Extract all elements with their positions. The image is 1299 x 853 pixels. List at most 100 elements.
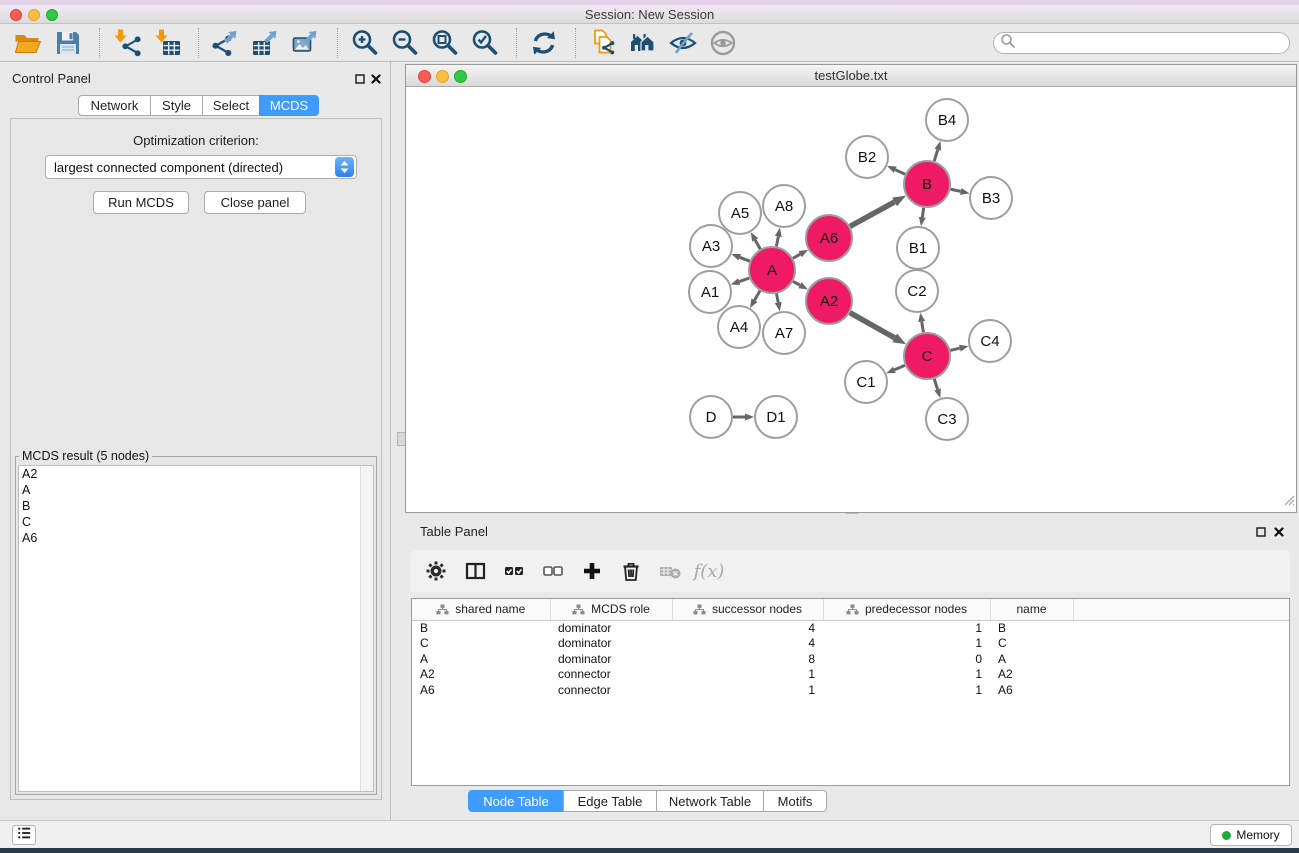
edge-C-C3[interactable]	[934, 379, 937, 390]
column-header-MCDS-role[interactable]: MCDS role	[550, 599, 672, 620]
table-cell[interactable]: A6	[990, 682, 1073, 698]
close-panel-icon[interactable]	[370, 73, 382, 85]
table-cell[interactable]: 0	[823, 651, 990, 667]
edge-A-A3[interactable]	[740, 257, 750, 261]
network-canvas[interactable]: AA1A2A3A4A5A6A7A8BB1B2B3B4CC1C2C3C4DD1	[406, 87, 1296, 512]
zoom-out-icon[interactable]	[387, 26, 423, 60]
table-cell[interactable]: 8	[672, 651, 823, 667]
graph-node-A3[interactable]: A3	[690, 225, 732, 267]
edge-A-A6[interactable]	[793, 254, 800, 258]
tab-network[interactable]: Network	[78, 95, 151, 116]
float-panel-icon[interactable]	[354, 73, 366, 85]
graph-node-D1[interactable]: D1	[755, 396, 797, 438]
table-cell[interactable]: dominator	[550, 651, 672, 667]
resize-grip-icon[interactable]	[1283, 493, 1295, 511]
close-table-panel-icon[interactable]	[1273, 526, 1285, 538]
delete-column-icon[interactable]	[616, 557, 646, 585]
table-cell[interactable]: 1	[823, 636, 990, 652]
graph-node-B3[interactable]: B3	[970, 177, 1012, 219]
task-history-button[interactable]	[12, 825, 36, 845]
graph-node-B[interactable]: B	[904, 161, 950, 207]
table-row[interactable]: A6connector11A6	[412, 682, 1289, 698]
table-cell[interactable]: A6	[412, 682, 550, 698]
graph-node-D[interactable]: D	[690, 396, 732, 438]
table-cell[interactable]: 1	[672, 682, 823, 698]
graph-node-A6[interactable]: A6	[806, 215, 852, 261]
table-cell[interactable]: C	[412, 636, 550, 652]
save-icon[interactable]	[50, 26, 86, 60]
graph-node-A8[interactable]: A8	[763, 185, 805, 227]
edge-A-A4[interactable]	[755, 291, 761, 300]
graph-node-A[interactable]: A	[749, 247, 795, 293]
table-cell[interactable]: B	[990, 620, 1073, 636]
column-browser-icon[interactable]	[460, 557, 490, 585]
hide-selected-icon[interactable]	[665, 26, 701, 60]
table-row[interactable]: Adominator80A	[412, 651, 1289, 667]
table-cell[interactable]: A	[412, 651, 550, 667]
export-table-icon[interactable]	[248, 26, 284, 60]
close-panel-button[interactable]: Close panel	[204, 191, 306, 214]
search-box[interactable]	[993, 32, 1290, 54]
table-row[interactable]: Cdominator41C	[412, 636, 1289, 652]
table-cell[interactable]: 1	[823, 682, 990, 698]
edge-C-C4[interactable]	[950, 348, 960, 350]
edge-C-C2[interactable]	[922, 322, 924, 333]
tab-node-table[interactable]: Node Table	[468, 790, 564, 812]
float-table-panel-icon[interactable]	[1255, 526, 1267, 538]
edge-A-A5[interactable]	[755, 240, 760, 249]
edge-B-B1[interactable]	[922, 208, 923, 218]
edge-B-B2[interactable]	[895, 170, 905, 175]
table-cell[interactable]: A	[990, 651, 1073, 667]
zoom-selected-icon[interactable]	[467, 26, 503, 60]
open-folder-icon[interactable]	[10, 26, 46, 60]
mcds-result-item[interactable]: B	[19, 498, 373, 514]
new-network-from-selection-icon[interactable]	[625, 26, 661, 60]
tab-style[interactable]: Style	[150, 95, 203, 116]
table-cell[interactable]: connector	[550, 667, 672, 683]
zoom-fit-icon[interactable]	[427, 26, 463, 60]
graph-node-B2[interactable]: B2	[846, 136, 888, 178]
gear-icon[interactable]	[421, 557, 451, 585]
show-hidden-icon[interactable]	[705, 26, 741, 60]
import-table-icon[interactable]	[149, 26, 185, 60]
search-input[interactable]	[1016, 34, 1289, 52]
edge-B-B4[interactable]	[934, 150, 938, 162]
tab-motifs[interactable]: Motifs	[763, 790, 827, 812]
graph-node-C2[interactable]: C2	[896, 270, 938, 312]
deselect-all-columns-icon[interactable]	[538, 557, 568, 585]
edge-C-C1[interactable]	[895, 365, 905, 369]
tab-select[interactable]: Select	[202, 95, 260, 116]
tab-mcds[interactable]: MCDS	[259, 95, 319, 116]
column-header-predecessor-nodes[interactable]: predecessor nodes	[823, 599, 990, 620]
graph-node-B1[interactable]: B1	[897, 227, 939, 269]
graph-node-A7[interactable]: A7	[763, 312, 805, 354]
edge-A-A7[interactable]	[777, 294, 779, 303]
mcds-result-item[interactable]: C	[19, 514, 373, 530]
table-cell[interactable]: 1	[823, 667, 990, 683]
mcds-result-item[interactable]: A6	[19, 530, 373, 546]
add-column-icon[interactable]	[577, 557, 607, 585]
table-cell[interactable]: B	[412, 620, 550, 636]
tab-network-table[interactable]: Network Table	[656, 790, 764, 812]
run-mcds-button[interactable]: Run MCDS	[93, 191, 189, 214]
criterion-dropdown[interactable]: largest connected component (directed)	[45, 155, 357, 179]
mcds-result-list[interactable]: A2ABCA6	[18, 465, 374, 792]
mcds-result-item[interactable]: A2	[19, 466, 373, 482]
table-cell[interactable]: A2	[412, 667, 550, 683]
edge-A-A2[interactable]	[793, 282, 800, 286]
edge-B-B3[interactable]	[950, 189, 960, 191]
select-all-columns-icon[interactable]	[499, 557, 529, 585]
table-cell[interactable]: 4	[672, 636, 823, 652]
table-cell[interactable]: 1	[823, 620, 990, 636]
column-header-successor-nodes[interactable]: successor nodes	[672, 599, 823, 620]
edge-A-A1[interactable]	[739, 278, 749, 282]
refresh-layout-icon[interactable]	[526, 26, 562, 60]
table-cell[interactable]: 1	[672, 667, 823, 683]
column-header-shared-name[interactable]: shared name	[412, 599, 550, 620]
import-network-icon[interactable]	[109, 26, 145, 60]
duplicate-network-icon[interactable]	[585, 26, 621, 60]
graph-node-A4[interactable]: A4	[718, 306, 760, 348]
memory-button[interactable]: Memory	[1210, 824, 1292, 846]
column-header-name[interactable]: name	[990, 599, 1073, 620]
table-cell[interactable]: connector	[550, 682, 672, 698]
